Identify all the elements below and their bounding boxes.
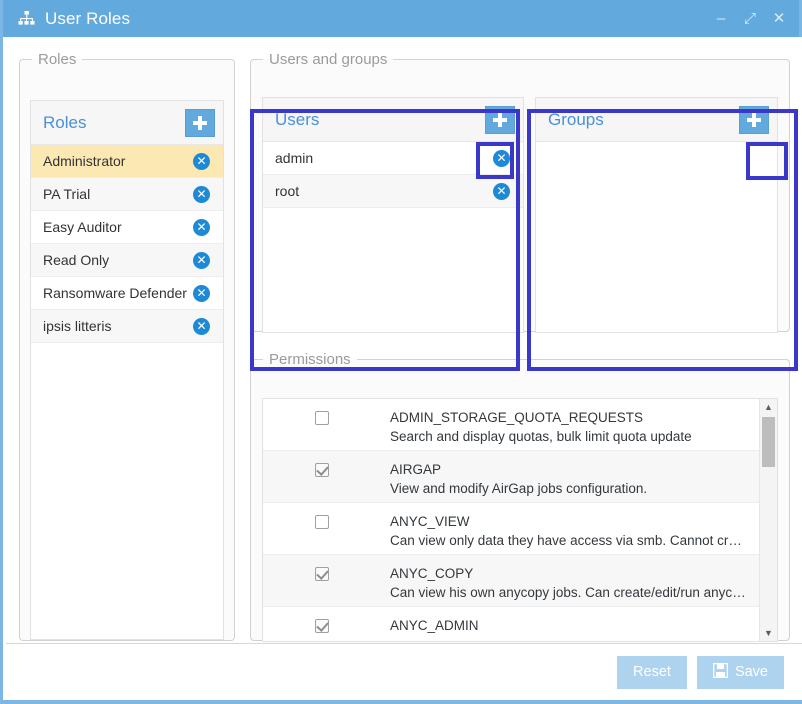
role-list-item-label: PA Trial (43, 186, 91, 202)
permissions-fieldset: Permissions ADMIN_STORAGE_QUOTA_REQUESTS… (250, 351, 790, 642)
permission-name: AIRGAP (390, 462, 442, 477)
dialog-footer: Reset Save (6, 643, 802, 700)
hierarchy-icon (16, 9, 36, 29)
delete-icon[interactable]: ✕ (193, 251, 210, 269)
role-list-item[interactable]: ipsis litteris ✕ (31, 310, 223, 343)
permission-row[interactable]: ANYC_COPY Can view his own anycopy jobs. … (263, 555, 759, 607)
close-icon[interactable]: ✕ (771, 11, 787, 27)
permissions-list: ADMIN_STORAGE_QUOTA_REQUESTS Search and d… (263, 399, 759, 641)
permission-texts: ADMIN_STORAGE_QUOTA_REQUESTS Search and d… (390, 409, 692, 446)
permission-row[interactable]: ANYC_VIEW Can view only data they have ac… (263, 503, 759, 555)
users-panel-header: Users (263, 98, 523, 142)
role-list-item-label: Ransomware Defender (43, 285, 187, 301)
delete-icon[interactable]: ✕ (493, 149, 510, 167)
permission-checkbox[interactable] (315, 463, 329, 477)
permission-checkbox[interactable] (315, 411, 329, 425)
scroll-down-icon[interactable]: ▼ (760, 625, 777, 641)
floppy-disk-icon (712, 662, 729, 682)
roles-panel-header: Roles (31, 101, 223, 145)
permissions-legend: Permissions (269, 351, 351, 368)
permission-description: Can view his own anycopy jobs. Can creat… (390, 585, 749, 600)
roles-list: Administrator ✕ PA Trial ✕ Easy Auditor ✕ Read… (31, 145, 223, 343)
groups-panel-title: Groups (548, 109, 604, 129)
groups-panel-header: Groups (536, 98, 777, 142)
reset-button[interactable]: Reset (617, 655, 687, 689)
scrollbar-thumb[interactable] (762, 417, 775, 467)
role-list-item-label: ipsis litteris (43, 318, 112, 334)
user-list-item[interactable]: root ✕ (263, 175, 523, 208)
add-role-button[interactable] (185, 108, 215, 137)
permission-texts: AIRGAP View and modify AirGap jobs config… (390, 461, 647, 498)
plus-icon (193, 115, 207, 130)
delete-icon[interactable]: ✕ (193, 185, 210, 203)
groups-panel: Groups (535, 97, 778, 333)
user-list-item-label: root (275, 183, 300, 199)
role-list-item[interactable]: Ransomware Defender ✕ (31, 277, 223, 310)
save-button[interactable]: Save (696, 655, 784, 689)
window-title: User Roles (45, 8, 131, 28)
maximize-icon[interactable]: ⤢ (742, 11, 758, 27)
permission-name: ADMIN_STORAGE_QUOTA_REQUESTS (390, 410, 644, 425)
roles-legend: Roles (38, 51, 77, 68)
roles-panel-title: Roles (43, 112, 87, 132)
permission-checkbox[interactable] (315, 515, 329, 529)
user-list-item-label: admin (275, 150, 314, 166)
plus-icon (747, 112, 761, 127)
roles-fieldset: Roles Roles Administrator ✕ PA Trial ✕ Easy … (19, 51, 235, 641)
users-panel-title: Users (275, 109, 320, 129)
permission-description: View and modify AirGap jobs configuratio… (390, 481, 648, 496)
user-roles-window: User Roles – ⤢ ✕ Roles Roles Administrat… (0, 0, 802, 704)
role-list-item-label: Easy Auditor (43, 219, 122, 235)
window-controls: – ⤢ ✕ (713, 11, 787, 27)
plus-icon (493, 112, 507, 127)
permission-row[interactable]: ADMIN_STORAGE_QUOTA_REQUESTS Search and d… (263, 399, 759, 451)
permission-texts: ANYC_COPY Can view his own anycopy jobs. … (390, 565, 749, 602)
add-group-button[interactable] (739, 105, 769, 134)
permission-name: ANYC_ADMIN (390, 618, 479, 633)
users-list: admin ✕ root ✕ (263, 142, 523, 208)
role-list-item[interactable]: Easy Auditor ✕ (31, 211, 223, 244)
minimize-icon[interactable]: – (713, 11, 729, 27)
permission-texts: ANYC_VIEW Can view only data they have ac… (390, 513, 749, 550)
permission-name: ANYC_VIEW (390, 514, 470, 529)
users-and-groups-legend: Users and groups (269, 51, 388, 68)
scroll-up-icon[interactable]: ▲ (760, 399, 777, 415)
delete-icon[interactable]: ✕ (193, 152, 210, 170)
delete-icon[interactable]: ✕ (193, 317, 210, 335)
role-list-item-label: Administrator (43, 153, 126, 169)
user-list-item[interactable]: admin ✕ (263, 142, 523, 175)
users-and-groups-fieldset: Users and groups Users admin ✕ root ✕ Group… (250, 51, 790, 333)
permission-row[interactable]: ANYC_ADMIN (263, 607, 759, 641)
window-titlebar: User Roles – ⤢ ✕ (3, 0, 799, 37)
role-list-item[interactable]: PA Trial ✕ (31, 178, 223, 211)
permission-name: ANYC_COPY (390, 566, 474, 581)
permission-description: Can view only data they have access via … (390, 533, 749, 548)
permissions-scrollbar[interactable]: ▲ ▼ (759, 399, 777, 641)
permission-description: Search and display quotas, bulk limit qu… (390, 429, 692, 444)
role-list-item[interactable]: Read Only ✕ (31, 244, 223, 277)
role-list-item-label: Read Only (43, 252, 110, 268)
permission-texts: ANYC_ADMIN (390, 617, 479, 636)
delete-icon[interactable]: ✕ (193, 218, 210, 236)
permission-checkbox[interactable] (315, 567, 329, 581)
delete-icon[interactable]: ✕ (493, 182, 510, 200)
add-user-button[interactable] (485, 105, 515, 134)
permission-checkbox[interactable] (315, 619, 329, 633)
permissions-panel: ADMIN_STORAGE_QUOTA_REQUESTS Search and d… (262, 398, 778, 642)
window-content: Roles Roles Administrator ✕ PA Trial ✕ Easy … (6, 37, 802, 700)
role-list-item[interactable]: Administrator ✕ (31, 145, 223, 178)
users-panel: Users admin ✕ root ✕ (262, 97, 524, 333)
roles-panel: Roles Administrator ✕ PA Trial ✕ Easy Audito… (30, 100, 224, 640)
permission-row[interactable]: AIRGAP View and modify AirGap jobs config… (263, 451, 759, 503)
delete-icon[interactable]: ✕ (193, 284, 210, 302)
save-button-label: Save (734, 664, 768, 680)
